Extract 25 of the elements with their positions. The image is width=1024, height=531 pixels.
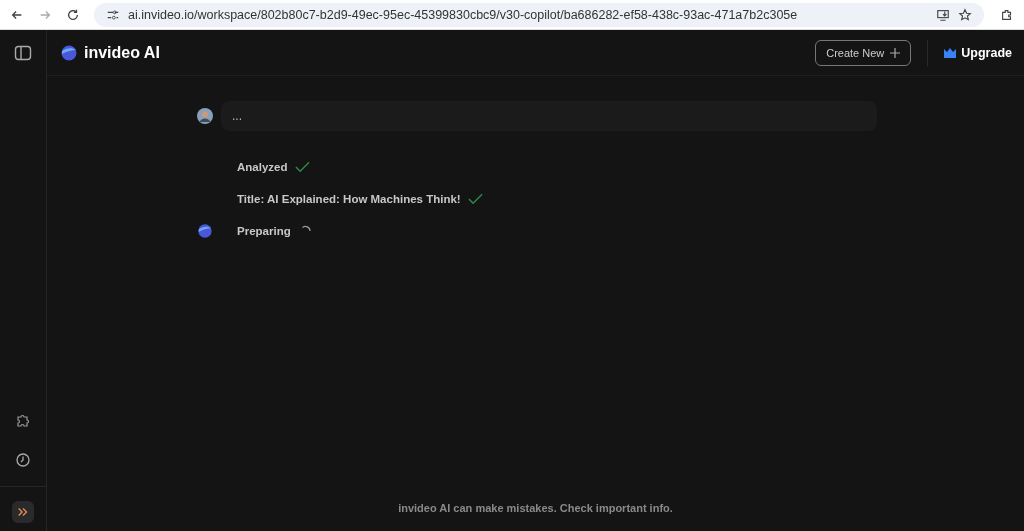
user-message: ... [221, 101, 877, 131]
double-chevron-icon [16, 505, 30, 519]
avatar-icon [197, 108, 213, 124]
assistant-avatar-icon [197, 223, 213, 239]
install-icon[interactable] [936, 7, 950, 22]
address-bar[interactable]: ai.invideo.io/workspace/802b80c7-b2d9-49ec-95ec-45399830cbc9/v30-copilot/ba686282-ef58-438c-93ac-471a7b2c305e [94, 2, 984, 27]
check-icon [467, 193, 483, 205]
history-icon[interactable] [13, 450, 33, 470]
step-text: Title: AI Explained: How Machines Think! [237, 193, 461, 205]
url-text: ai.invideo.io/workspace/802b80c7-b2d9-49ec-95ec-45399830cbc9/v30-copilot/ba686282-ef58-438c-93ac-471a7b2c305e [128, 7, 798, 22]
upgrade-button[interactable]: Upgrade [944, 45, 1012, 60]
reload-icon[interactable] [66, 7, 80, 22]
step-text: Preparing [237, 225, 291, 237]
check-icon [294, 161, 310, 173]
crown-icon [944, 47, 957, 58]
step-text: Analyzed [237, 161, 288, 173]
disclaimer-text: invideo AI can make mistakes. Check important info. [398, 502, 673, 514]
plus-icon [890, 47, 901, 58]
star-icon[interactable] [958, 7, 972, 22]
extensions-icon[interactable] [1000, 7, 1014, 22]
create-new-button[interactable]: Create New [815, 39, 912, 66]
site-settings-icon[interactable] [106, 7, 120, 22]
expand-button[interactable] [12, 501, 34, 523]
logo-icon [60, 43, 78, 62]
brand-name: invideo AI [84, 43, 160, 62]
